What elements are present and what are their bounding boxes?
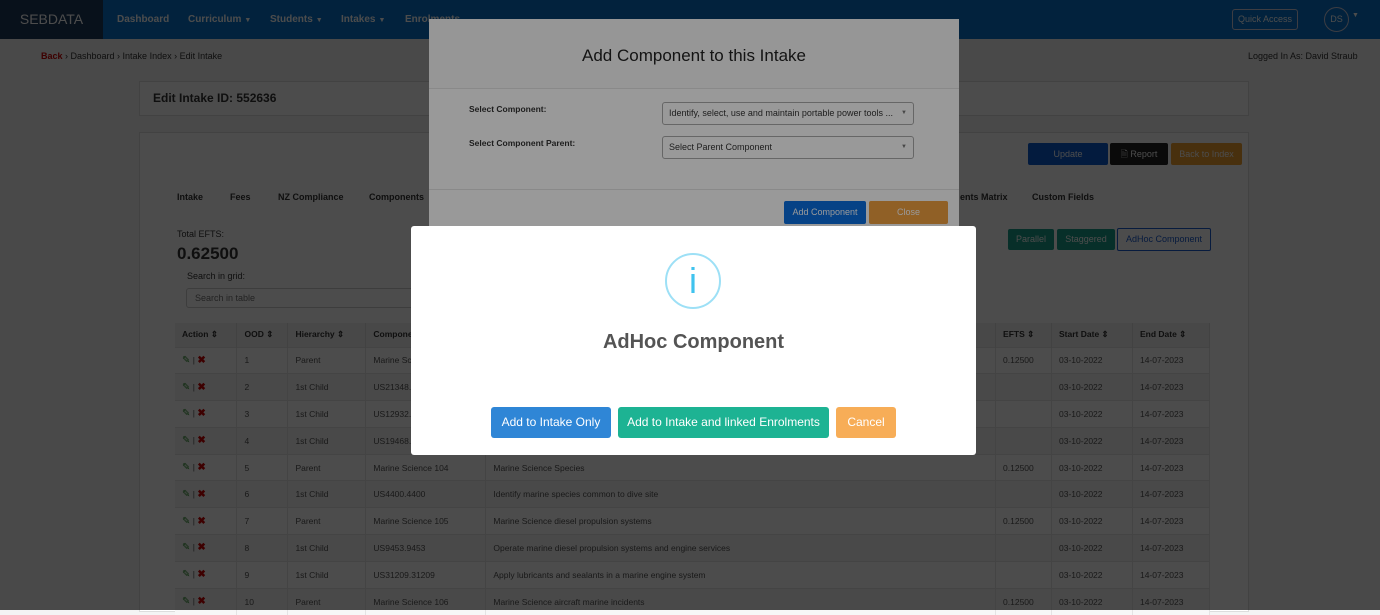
add-to-intake-and-enrolments-button[interactable]: Add to Intake and linked Enrolments	[618, 407, 829, 438]
adhoc-confirm-dialog: i AdHoc Component Add to Intake Only Add…	[411, 226, 976, 455]
info-icon: i	[665, 253, 721, 309]
cancel-button[interactable]: Cancel	[836, 407, 896, 438]
add-to-intake-only-button[interactable]: Add to Intake Only	[491, 407, 611, 438]
dialog-title: AdHoc Component	[602, 331, 785, 353]
